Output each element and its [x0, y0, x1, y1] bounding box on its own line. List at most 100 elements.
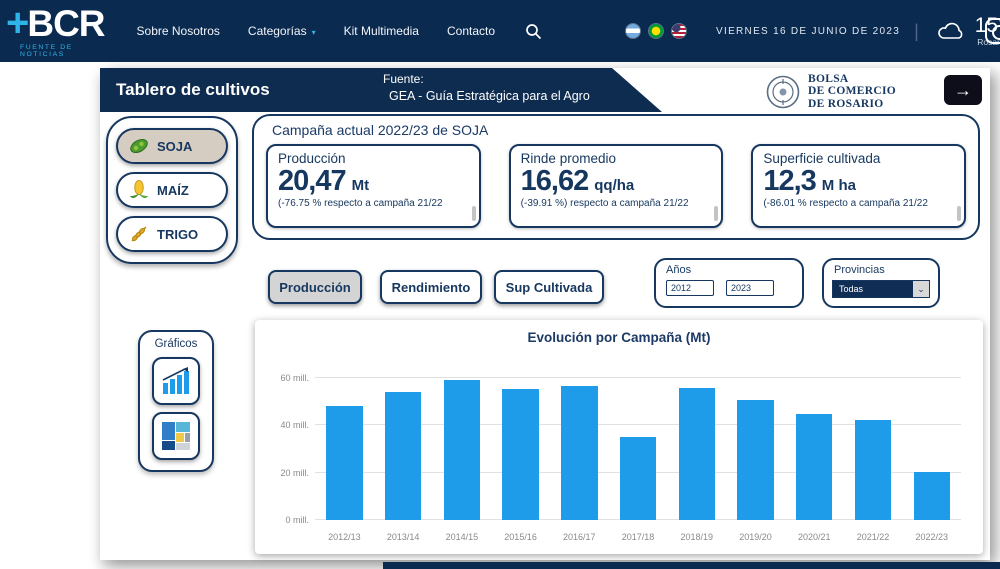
crop-button-trigo[interactable]: TRIGO — [116, 216, 228, 252]
bar-slot — [609, 366, 668, 520]
kpi-unit: Mt — [352, 177, 370, 194]
x-tick-label: 2022/23 — [902, 532, 961, 542]
years-filter: Años — [654, 258, 804, 308]
bar-2014/15[interactable] — [444, 380, 480, 520]
year-to-input[interactable] — [726, 280, 774, 296]
soybean-icon — [128, 135, 150, 157]
chart-title: Evolución por Campaña (Mt) — [255, 330, 983, 345]
chevron-down-icon: ▾ — [312, 28, 316, 37]
nav-contacto[interactable]: Contacto — [447, 24, 495, 38]
x-tick-label: 2021/22 — [844, 532, 903, 542]
wheat-icon — [128, 223, 150, 245]
y-tick-label: 20 mill. — [265, 468, 309, 478]
tab-produccion[interactable]: Producción — [268, 270, 362, 304]
x-tick-label: 2016/17 — [550, 532, 609, 542]
kpi-label: Rinde promedio — [521, 151, 712, 166]
kpi-value: 12,3 — [763, 167, 815, 196]
instagram-icon[interactable] — [985, 18, 1000, 44]
kpi-delta: (-76.75 % respecto a campaña 21/22 — [278, 198, 461, 215]
flag-usa-icon[interactable] — [672, 24, 686, 38]
flag-brazil-icon[interactable] — [649, 24, 663, 38]
crop-button-maiz[interactable]: MAÍZ — [116, 172, 228, 208]
bar-slot — [315, 366, 374, 520]
kpi-delta: (-39.91 %) respecto a campaña 21/22 — [521, 198, 704, 215]
logo-plus-icon: + — [6, 3, 29, 43]
bar-2016/17[interactable] — [561, 386, 597, 520]
kpi-card-rinde: Rinde promedio 16,62 qq/ha (-39.91 %) re… — [509, 144, 724, 228]
bar-slot — [374, 366, 433, 520]
graficos-label: Gráficos — [140, 338, 212, 350]
dashboard-header: Tablero de cultivos Fuente: GEA - Guía E… — [100, 68, 990, 112]
bar-chart-icon — [161, 366, 191, 396]
years-filter-label: Años — [666, 264, 802, 276]
x-tick-label: 2012/13 — [315, 532, 374, 542]
bar-2012/13[interactable] — [326, 406, 362, 520]
y-tick-label: 40 mill. — [265, 420, 309, 430]
org-name: BOLSA DE COMERCIO DE ROSARIO — [808, 73, 896, 110]
tab-sup-cultivada[interactable]: Sup Cultivada — [494, 270, 604, 304]
card-scrollbar[interactable] — [957, 206, 961, 221]
chart-plot-area: 0 mill.20 mill.40 mill.60 mill. — [315, 366, 961, 520]
source-label: Fuente: — [383, 72, 590, 86]
crop-button-soja[interactable]: SOJA — [116, 128, 228, 164]
bcr-logo[interactable]: + BCR FUENTE DE NOTICIAS — [6, 3, 105, 59]
dashboard-header-band: Tablero de cultivos Fuente: GEA - Guía E… — [100, 68, 662, 112]
dropdown-caret-icon: ⌄ — [913, 281, 929, 297]
x-tick-label: 2020/21 — [785, 532, 844, 542]
tab-rendimiento[interactable]: Rendimiento — [380, 270, 482, 304]
x-tick-label: 2018/19 — [667, 532, 726, 542]
graficos-panel: Gráficos — [138, 330, 214, 472]
top-navbar: + BCR FUENTE DE NOTICIAS Sobre Nosotros … — [0, 0, 1000, 62]
date-display: VIERNES 16 DE JUNIO DE 2023 — [716, 26, 900, 37]
next-page-button[interactable]: → — [944, 75, 982, 105]
bar-2013/14[interactable] — [385, 392, 421, 520]
bar-slot — [844, 366, 903, 520]
bar-2017/18[interactable] — [620, 437, 656, 520]
bar-2021/22[interactable] — [855, 420, 891, 520]
treemap-view-button[interactable] — [152, 412, 200, 460]
card-scrollbar[interactable] — [714, 206, 718, 221]
kpi-label: Superficie cultivada — [763, 151, 954, 166]
x-tick-label: 2014/15 — [432, 532, 491, 542]
bar-2022/23[interactable] — [914, 472, 950, 520]
x-tick-label: 2017/18 — [609, 532, 668, 542]
bar-2019/20[interactable] — [737, 400, 773, 520]
bar-slot — [550, 366, 609, 520]
corn-icon — [128, 179, 150, 201]
bar-chart-view-button[interactable] — [152, 357, 200, 405]
bar-2015/16[interactable] — [502, 389, 538, 520]
bar-slot — [432, 366, 491, 520]
evolution-chart-card: Evolución por Campaña (Mt) 0 mill.20 mil… — [255, 320, 983, 554]
kpi-value: 16,62 — [521, 167, 589, 196]
nav-divider: | — [914, 21, 919, 42]
logo-text: BCR — [27, 5, 104, 42]
crops-dashboard: Tablero de cultivos Fuente: GEA - Guía E… — [100, 68, 990, 560]
bar-slot — [726, 366, 785, 520]
source-value: GEA - Guía Estratégica para el Agro — [389, 89, 590, 103]
provinces-selected-value: Todas — [833, 281, 913, 297]
search-icon[interactable] — [525, 23, 542, 40]
nav-sobre-nosotros[interactable]: Sobre Nosotros — [137, 24, 220, 38]
bcr-seal-icon — [766, 75, 800, 109]
card-scrollbar[interactable] — [472, 206, 476, 221]
dashboard-title: Tablero de cultivos — [116, 68, 270, 112]
flag-argentina-icon[interactable] — [626, 24, 640, 38]
bar-2018/19[interactable] — [679, 388, 715, 520]
kpi-unit: M ha — [822, 177, 856, 194]
bar-2020/21[interactable] — [796, 414, 832, 520]
nav-kit-multimedia[interactable]: Kit Multimedia — [344, 24, 419, 38]
logo-subtitle: FUENTE DE NOTICIAS — [20, 45, 105, 59]
y-tick-label: 0 mill. — [265, 515, 309, 525]
page: + BCR FUENTE DE NOTICIAS Sobre Nosotros … — [0, 0, 1000, 569]
bar-slot — [491, 366, 550, 520]
x-tick-label: 2015/16 — [491, 532, 550, 542]
bar-plot — [315, 366, 961, 520]
year-from-input[interactable] — [666, 280, 714, 296]
provinces-dropdown[interactable]: Todas ⌄ — [832, 280, 930, 298]
kpi-panel-title: Campaña actual 2022/23 de SOJA — [272, 122, 488, 138]
bar-slot — [902, 366, 961, 520]
crop-selector: SOJA MAÍZ TRIGO — [106, 116, 238, 264]
nav-categorias[interactable]: Categorías▾ — [248, 24, 316, 38]
treemap-icon — [161, 421, 191, 451]
x-tick-label: 2019/20 — [726, 532, 785, 542]
